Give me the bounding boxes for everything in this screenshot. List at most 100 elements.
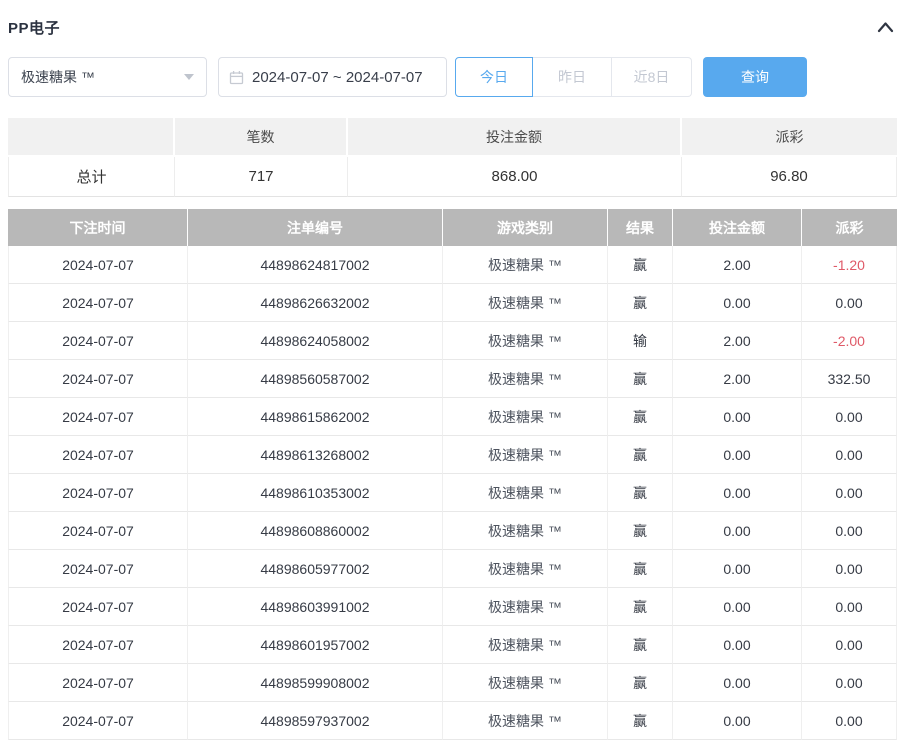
- cell-payout: 0.00: [802, 588, 897, 626]
- cell-order-no: 44898597937002: [188, 702, 443, 740]
- cell-payout: 0.00: [802, 626, 897, 664]
- cell-bet-time: 2024-07-07: [8, 322, 188, 360]
- records-table: 下注时间 注单编号 游戏类别 结果 投注金额 派彩 2024-07-07 448…: [8, 209, 897, 740]
- cell-payout: 0.00: [802, 550, 897, 588]
- cell-result: 赢: [608, 284, 673, 322]
- cell-bet-time: 2024-07-07: [8, 588, 188, 626]
- summary-header-count: 笔数: [175, 118, 348, 157]
- cell-result: 赢: [608, 398, 673, 436]
- cell-result: 赢: [608, 626, 673, 664]
- cell-order-no: 44898613268002: [188, 436, 443, 474]
- cell-result: 赢: [608, 246, 673, 284]
- records-body: 2024-07-07 44898624817002 极速糖果 ™ 赢 2.00 …: [8, 246, 897, 740]
- table-row: 2024-07-07 44898601957002 极速糖果 ™ 赢 0.00 …: [8, 626, 897, 664]
- game-select-value: 极速糖果 ™: [21, 67, 95, 87]
- collapse-button[interactable]: [876, 19, 895, 35]
- query-button[interactable]: 查询: [703, 57, 807, 97]
- calendar-icon: [229, 70, 244, 85]
- table-row: 2024-07-07 44898597937002 极速糖果 ™ 赢 0.00 …: [8, 702, 897, 740]
- cell-bet-time: 2024-07-07: [8, 474, 188, 512]
- cell-bet-time: 2024-07-07: [8, 664, 188, 702]
- summary-table-header: 笔数 投注金额 派彩: [8, 118, 897, 157]
- cell-order-no: 44898601957002: [188, 626, 443, 664]
- records-header-result: 结果: [608, 209, 673, 246]
- summary-header-bet-amount: 投注金额: [348, 118, 682, 157]
- table-row: 2024-07-07 44898626632002 极速糖果 ™ 赢 0.00 …: [8, 284, 897, 322]
- table-row: 2024-07-07 44898613268002 极速糖果 ™ 赢 0.00 …: [8, 436, 897, 474]
- records-header-payout: 派彩: [802, 209, 897, 246]
- cell-order-no: 44898626632002: [188, 284, 443, 322]
- cell-result: 赢: [608, 360, 673, 398]
- cell-result: 赢: [608, 512, 673, 550]
- cell-payout: -2.00: [802, 322, 897, 360]
- cell-order-no: 44898599908002: [188, 664, 443, 702]
- cell-bet-amount: 0.00: [673, 474, 802, 512]
- cell-result: 赢: [608, 550, 673, 588]
- last-8-days-button[interactable]: 近8日: [612, 57, 692, 97]
- cell-result: 输: [608, 322, 673, 360]
- cell-order-no: 44898560587002: [188, 360, 443, 398]
- cell-bet-time: 2024-07-07: [8, 246, 188, 284]
- filter-controls: 极速糖果 ™ 2024-07-07 ~ 2024-07-07 今日 昨日 近8日…: [8, 57, 897, 97]
- cell-game-category: 极速糖果 ™: [443, 246, 608, 284]
- cell-bet-time: 2024-07-07: [8, 284, 188, 322]
- cell-result: 赢: [608, 588, 673, 626]
- cell-payout: 332.50: [802, 360, 897, 398]
- cell-game-category: 极速糖果 ™: [443, 474, 608, 512]
- summary-total-count: 717: [175, 157, 348, 197]
- cell-bet-amount: 0.00: [673, 664, 802, 702]
- cell-bet-amount: 0.00: [673, 550, 802, 588]
- cell-order-no: 44898608860002: [188, 512, 443, 550]
- records-header-order-no: 注单编号: [188, 209, 443, 246]
- summary-table: 笔数 投注金额 派彩 总计 717 868.00 96.80: [8, 118, 897, 197]
- panel-header: PP电子: [8, 0, 897, 39]
- table-row: 2024-07-07 44898603991002 极速糖果 ™ 赢 0.00 …: [8, 588, 897, 626]
- cell-bet-amount: 2.00: [673, 360, 802, 398]
- cell-bet-amount: 2.00: [673, 322, 802, 360]
- cell-bet-time: 2024-07-07: [8, 398, 188, 436]
- cell-bet-time: 2024-07-07: [8, 702, 188, 740]
- cell-game-category: 极速糖果 ™: [443, 360, 608, 398]
- summary-header-blank: [8, 118, 175, 157]
- cell-game-category: 极速糖果 ™: [443, 702, 608, 740]
- table-row: 2024-07-07 44898615862002 极速糖果 ™ 赢 0.00 …: [8, 398, 897, 436]
- game-select[interactable]: 极速糖果 ™: [8, 57, 207, 97]
- cell-game-category: 极速糖果 ™: [443, 398, 608, 436]
- cell-game-category: 极速糖果 ™: [443, 588, 608, 626]
- cell-bet-amount: 0.00: [673, 512, 802, 550]
- cell-order-no: 44898615862002: [188, 398, 443, 436]
- records-header-bet-amount: 投注金额: [673, 209, 802, 246]
- cell-bet-amount: 0.00: [673, 436, 802, 474]
- cell-order-no: 44898624058002: [188, 322, 443, 360]
- cell-game-category: 极速糖果 ™: [443, 626, 608, 664]
- table-row: 2024-07-07 44898610353002 极速糖果 ™ 赢 0.00 …: [8, 474, 897, 512]
- today-button[interactable]: 今日: [455, 57, 533, 97]
- panel-title: PP电子: [8, 17, 60, 38]
- date-range-value: 2024-07-07 ~ 2024-07-07: [252, 69, 423, 86]
- cell-game-category: 极速糖果 ™: [443, 322, 608, 360]
- cell-game-category: 极速糖果 ™: [443, 550, 608, 588]
- cell-bet-time: 2024-07-07: [8, 436, 188, 474]
- records-header-bet-time: 下注时间: [8, 209, 188, 246]
- chevron-up-icon: [876, 23, 895, 38]
- summary-total-payout: 96.80: [682, 157, 897, 197]
- cell-order-no: 44898610353002: [188, 474, 443, 512]
- cell-payout: 0.00: [802, 512, 897, 550]
- cell-payout: -1.20: [802, 246, 897, 284]
- table-row: 2024-07-07 44898605977002 极速糖果 ™ 赢 0.00 …: [8, 550, 897, 588]
- table-row: 2024-07-07 44898608860002 极速糖果 ™ 赢 0.00 …: [8, 512, 897, 550]
- cell-bet-time: 2024-07-07: [8, 626, 188, 664]
- chevron-down-icon: [184, 74, 194, 80]
- cell-result: 赢: [608, 664, 673, 702]
- table-row: 2024-07-07 44898624817002 极速糖果 ™ 赢 2.00 …: [8, 246, 897, 284]
- yesterday-button[interactable]: 昨日: [533, 57, 612, 97]
- cell-game-category: 极速糖果 ™: [443, 664, 608, 702]
- cell-bet-time: 2024-07-07: [8, 550, 188, 588]
- cell-game-category: 极速糖果 ™: [443, 284, 608, 322]
- summary-total-bet-amount: 868.00: [348, 157, 682, 197]
- table-row: 2024-07-07 44898560587002 极速糖果 ™ 赢 2.00 …: [8, 360, 897, 398]
- cell-payout: 0.00: [802, 398, 897, 436]
- table-row: 2024-07-07 44898624058002 极速糖果 ™ 输 2.00 …: [8, 322, 897, 360]
- cell-result: 赢: [608, 436, 673, 474]
- date-range-input[interactable]: 2024-07-07 ~ 2024-07-07: [218, 57, 447, 97]
